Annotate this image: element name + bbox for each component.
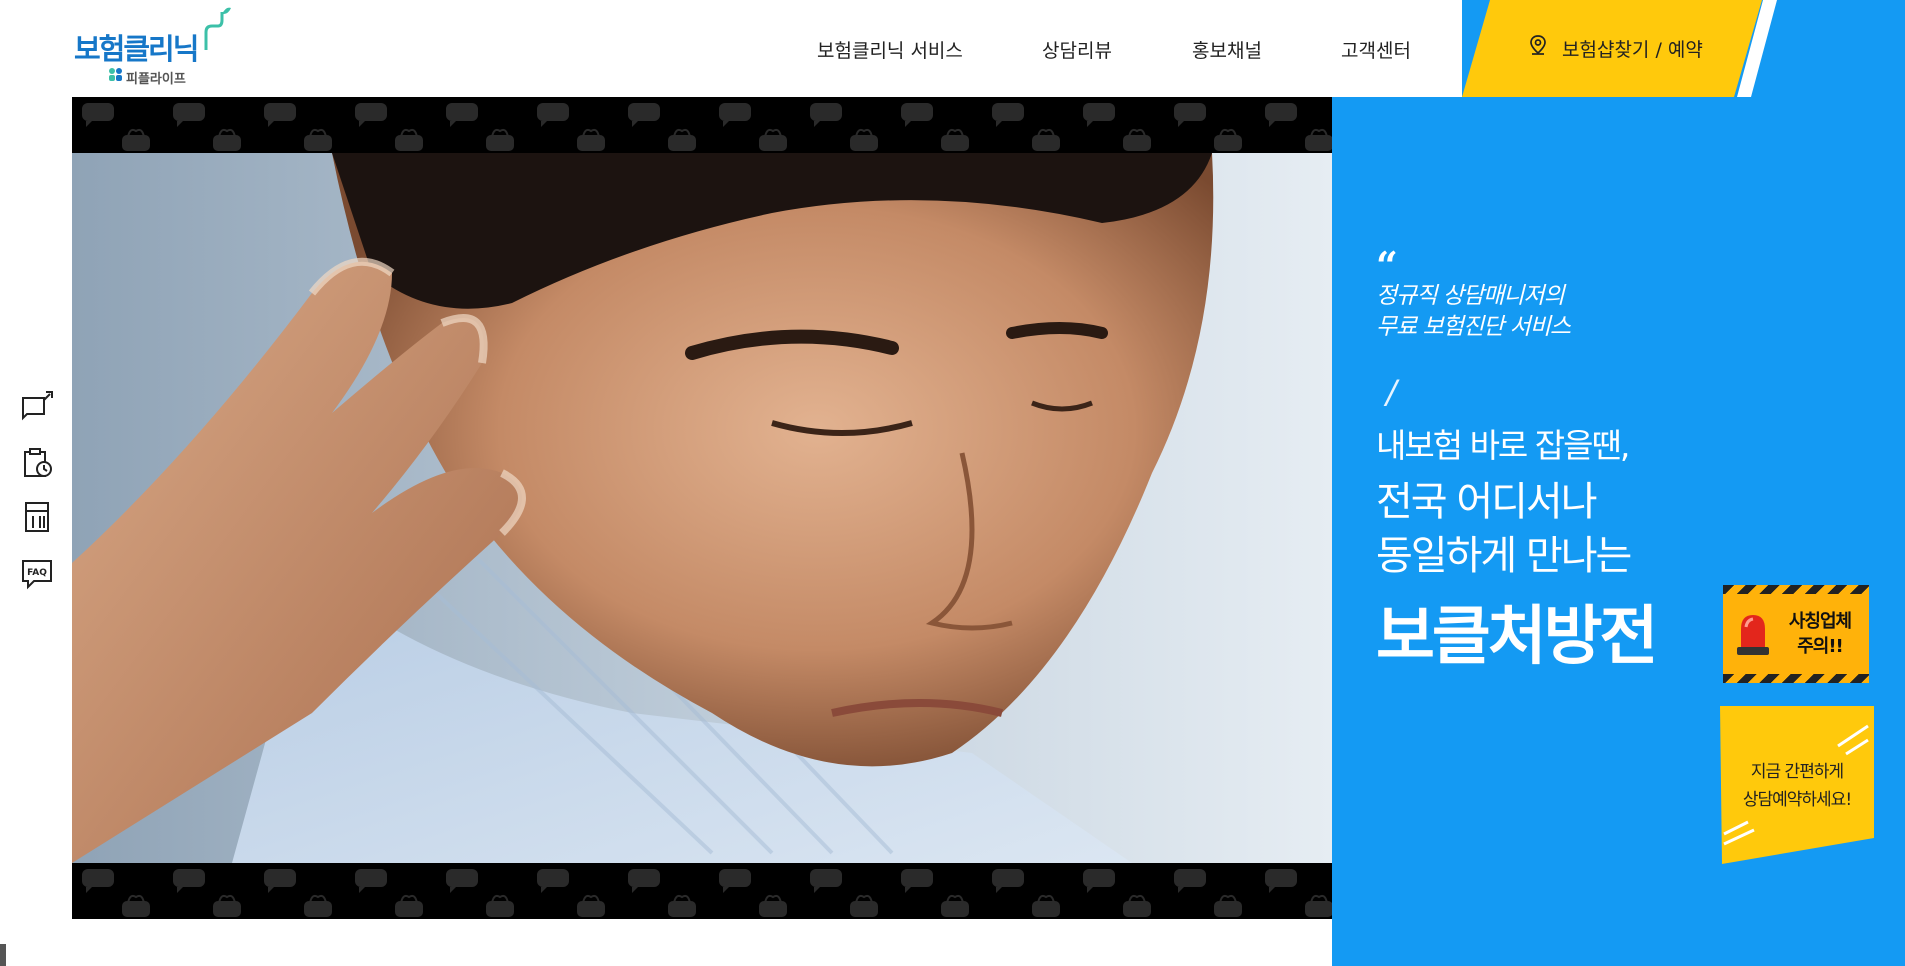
nav-reviews[interactable]: 상담리뷰 <box>1042 36 1112 63</box>
quote-line-2: 무료 보험진단 서비스 <box>1376 314 1571 340</box>
nav-support[interactable]: 고객센터 <box>1341 36 1411 63</box>
warning-line-1: 사칭업체 <box>1788 611 1852 632</box>
quote-line-1: 정규직 상담매니저의 <box>1376 283 1565 309</box>
logo-text: 보험클리닉 <box>74 32 199 66</box>
calculator-icon[interactable] <box>20 500 54 534</box>
nav-channel[interactable]: 홍보채널 <box>1192 36 1262 63</box>
site-header: 보험클리닉 피플라이프 보험클리닉 서비스 상담리뷰 홍보채널 고객센터 보험샵… <box>0 0 1905 97</box>
impersonation-warning-badge[interactable]: 사칭업체 주의!! <box>1723 585 1869 683</box>
scroll-edge-marker <box>0 944 6 966</box>
reservation-card[interactable]: 지금 간편하게 상담예약하세요! <box>1720 706 1874 864</box>
siren-icon <box>1737 615 1769 655</box>
nav-service[interactable]: 보험클리닉 서비스 <box>817 36 963 63</box>
faq-bubble-icon[interactable]: FAQ <box>20 556 54 590</box>
hazard-stripe-bottom <box>1723 674 1869 683</box>
faq-label: FAQ <box>27 568 47 578</box>
people-icon <box>109 68 122 81</box>
hero-headline: 보클처방전 <box>1376 600 1658 674</box>
find-shop-area: 보험샵찾기 / 예약 <box>1462 0 1905 97</box>
divider-slash: / <box>1386 373 1397 411</box>
hazard-stripe-top <box>1723 585 1869 594</box>
warning-text: 사칭업체 주의!! <box>1775 609 1865 659</box>
whale-pattern-top <box>72 97 1332 153</box>
find-shop-button[interactable] <box>1462 0 1762 97</box>
quote-text: 정규직 상담매니저의 무료 보험진단 서비스 <box>1376 281 1571 343</box>
whale-pattern-bottom <box>72 863 1332 919</box>
clipboard-clock-icon[interactable] <box>20 446 54 480</box>
logo-subtext: 피플라이프 <box>126 72 186 87</box>
megaphone-icon[interactable] <box>20 388 54 422</box>
warning-line-2: 주의!! <box>1797 636 1844 657</box>
reservation-line-1: 지금 간편하게 <box>1750 762 1844 782</box>
reservation-line-2: 상담예약하세요! <box>1742 790 1852 810</box>
hero-banner <box>72 97 1332 919</box>
lead-mid-line-1: 전국 어디서나 <box>1376 479 1598 525</box>
lead-small: 내보험 바로 잡을땐, <box>1376 426 1630 465</box>
reservation-text: 지금 간편하게 상담예약하세요! <box>1720 758 1874 814</box>
lead-mid: 전국 어디서나 동일하게 만나는 <box>1376 475 1632 583</box>
lead-mid-line-2: 동일하게 만나는 <box>1376 533 1632 579</box>
logo-leaf-icon <box>204 7 231 50</box>
logo[interactable]: 보험클리닉 피플라이프 <box>74 6 234 87</box>
hero-photo-man-headache <box>72 153 1332 863</box>
